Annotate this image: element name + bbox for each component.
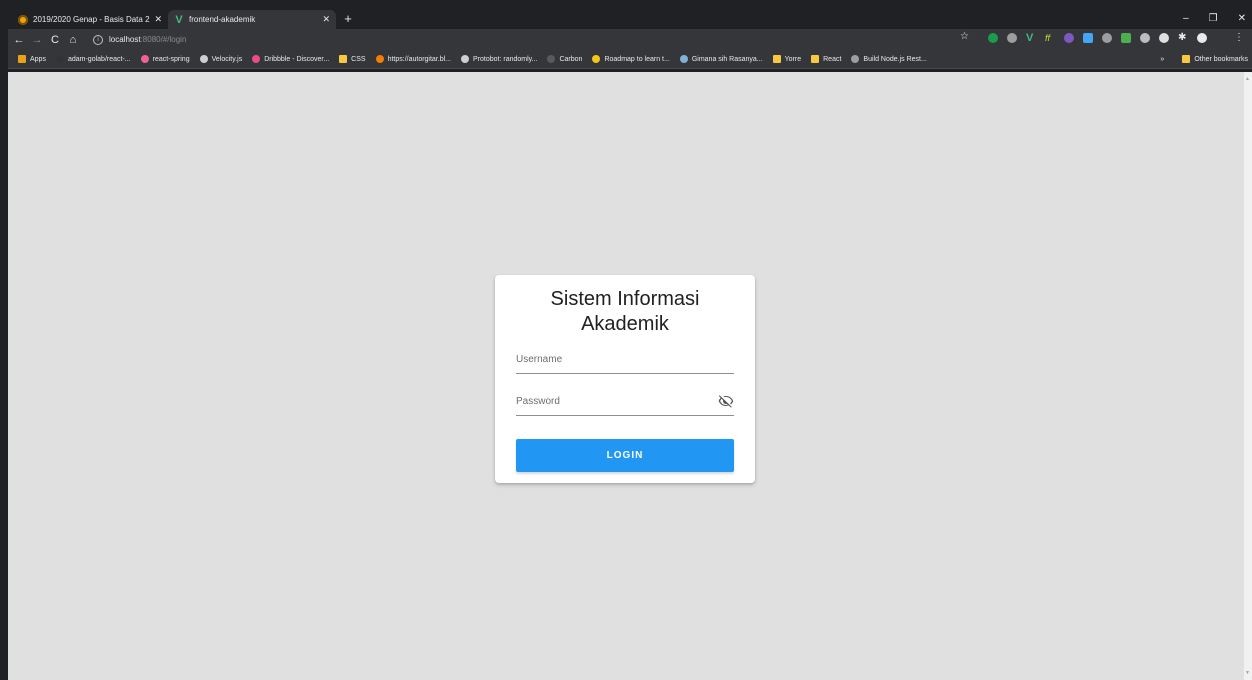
vue-icon: V [175, 13, 183, 26]
braces-icon [851, 55, 860, 63]
roadmap-icon [592, 55, 601, 63]
extension-icon[interactable] [1083, 33, 1093, 43]
bookmark-item[interactable]: Roadmap to learn t... [592, 55, 670, 63]
bookmark-label: react-spring [152, 55, 190, 63]
vue-devtools-icon[interactable]: V [1026, 33, 1036, 44]
bookmark-label: Protobot: randomly... [473, 55, 538, 63]
bookmark-item[interactable]: react-spring [140, 55, 190, 63]
moodle-icon [18, 14, 28, 25]
other-bookmarks-folder[interactable]: Other bookmarks [1182, 55, 1248, 63]
bookmark-label: https://autorgitar.bl... [387, 55, 452, 63]
extensions-puzzle-icon[interactable]: ✱ [1178, 33, 1188, 43]
bookmark-label: Apps [30, 55, 46, 63]
browser-window: 2019/2020 Genap - Basis Data 2 ✕ V front… [8, 8, 1252, 680]
tab-frontend-akademik[interactable]: V frontend-akademik ✕ [168, 10, 336, 29]
folder-icon [339, 55, 348, 63]
bookmark-label: React [823, 55, 842, 63]
article-icon [679, 55, 688, 63]
scroll-up-arrow[interactable]: ▲ [1245, 76, 1250, 82]
bookmark-item[interactable]: Velocity.js [199, 55, 243, 63]
info-icon[interactable]: i [93, 34, 103, 45]
bookmark-item[interactable]: React [811, 55, 841, 63]
grammarly-icon[interactable] [988, 33, 998, 43]
tab-close-icon[interactable]: ✕ [322, 14, 330, 25]
bookmark-star-icon[interactable]: ☆ [960, 31, 969, 42]
eye-off-icon[interactable] [718, 393, 734, 409]
address-path: :8080/#/login [140, 35, 187, 44]
page-content: Sistem Informasi Akademik LOGIN ▲ ▼ [8, 72, 1252, 680]
tab-title: frontend-akademik [189, 15, 256, 24]
address-bar[interactable]: i localhost:8080/#/login [93, 31, 973, 48]
tab-title: 2019/2020 Genap - Basis Data 2 [33, 15, 150, 24]
folder-icon [811, 55, 820, 63]
fontface-icon[interactable]: ff [1045, 33, 1055, 43]
bookmark-label: Velocity.js [211, 55, 243, 63]
bookmark-item[interactable]: Yorre [772, 55, 802, 63]
bookmark-label: Build Node.js Rest... [863, 55, 927, 63]
bookmark-item[interactable]: CSS [339, 55, 366, 63]
tab-strip: 2019/2020 Genap - Basis Data 2 ✕ V front… [8, 8, 1252, 29]
bookmark-label: Gimana sih Rasanya... [691, 55, 763, 63]
folder-icon [772, 55, 781, 63]
globe-icon [461, 55, 470, 63]
extension-icon[interactable] [1121, 33, 1131, 43]
extension-icon[interactable] [1007, 33, 1017, 43]
blogger-icon [375, 55, 384, 63]
password-field-wrapper [516, 391, 734, 416]
close-window-button[interactable]: ✕ [1238, 13, 1246, 24]
bookmark-label: Dribbble - Discover... [264, 55, 330, 63]
reload-button[interactable]: C [48, 34, 62, 46]
address-host: localhost [109, 35, 141, 44]
password-input[interactable] [516, 396, 706, 407]
scroll-down-arrow[interactable]: ▼ [1245, 670, 1250, 676]
home-button[interactable]: ⌂ [66, 34, 80, 46]
bookmark-label: CSS [351, 55, 366, 63]
extension-icon[interactable] [1102, 33, 1112, 43]
carbon-icon [547, 55, 556, 63]
bookmark-item[interactable]: Protobot: randomly... [461, 55, 537, 63]
bookmark-label: Yorre [784, 55, 802, 63]
bookmark-item[interactable]: Carbon [547, 55, 582, 63]
bookmark-item[interactable]: Dribbble - Discover... [252, 55, 329, 63]
scrollbar[interactable]: ▲ ▼ [1244, 72, 1252, 680]
browser-toolbar: ← → C ⌂ i localhost:8080/#/login ☆ V ff … [8, 29, 1252, 50]
browser-menu-icon[interactable]: ⋮ [1234, 32, 1244, 43]
extension-icon[interactable] [1159, 33, 1169, 43]
bookmark-item[interactable]: https://autorgitar.bl... [375, 55, 452, 63]
login-card: Sistem Informasi Akademik LOGIN [495, 275, 755, 483]
folder-icon [1182, 55, 1191, 63]
bookmark-label: adam-golab/react-... [67, 55, 131, 63]
bookmarks-overflow-button[interactable]: » [1160, 56, 1164, 63]
extension-icon[interactable] [1140, 33, 1150, 43]
react-spring-icon [140, 55, 149, 63]
page-title: Sistem Informasi Akademik [550, 288, 700, 335]
minimize-button[interactable]: – [1183, 13, 1189, 24]
bookmarks-bar: Apps adam-golab/react-... react-spring Velo… [8, 50, 1252, 69]
dribbble-icon [252, 55, 261, 63]
new-tab-button[interactable]: + [340, 10, 356, 27]
extension-icon[interactable] [1064, 33, 1074, 43]
bookmark-label: Carbon [559, 55, 583, 63]
username-input[interactable] [516, 354, 706, 365]
window-controls: – ❐ ✕ [1183, 8, 1246, 29]
github-icon [55, 55, 64, 63]
other-bookmarks-label: Other bookmarks [1194, 55, 1248, 63]
bookmark-label: Roadmap to learn t... [604, 55, 670, 63]
globe-icon [199, 55, 208, 63]
apps-grid-icon [18, 55, 26, 63]
login-button[interactable]: LOGIN [516, 439, 734, 472]
bookmarks-right: » Other bookmarks [1160, 50, 1248, 68]
tab-basis-data[interactable]: 2019/2020 Genap - Basis Data 2 ✕ [12, 10, 168, 29]
bookmark-item[interactable]: Gimana sih Rasanya... [679, 55, 763, 63]
bookmark-item[interactable]: Build Node.js Rest... [851, 55, 927, 63]
profile-avatar-icon[interactable] [1197, 33, 1207, 43]
bookmark-item[interactable]: adam-golab/react-... [55, 55, 131, 63]
back-button[interactable]: ← [12, 34, 26, 46]
bookmark-item[interactable]: Apps [18, 55, 46, 63]
forward-button[interactable]: → [30, 34, 44, 46]
username-field-wrapper [516, 349, 734, 374]
extensions-bar: V ff ✱ [988, 33, 1207, 44]
restore-button[interactable]: ❐ [1209, 13, 1218, 24]
tab-close-icon[interactable]: ✕ [154, 14, 162, 25]
